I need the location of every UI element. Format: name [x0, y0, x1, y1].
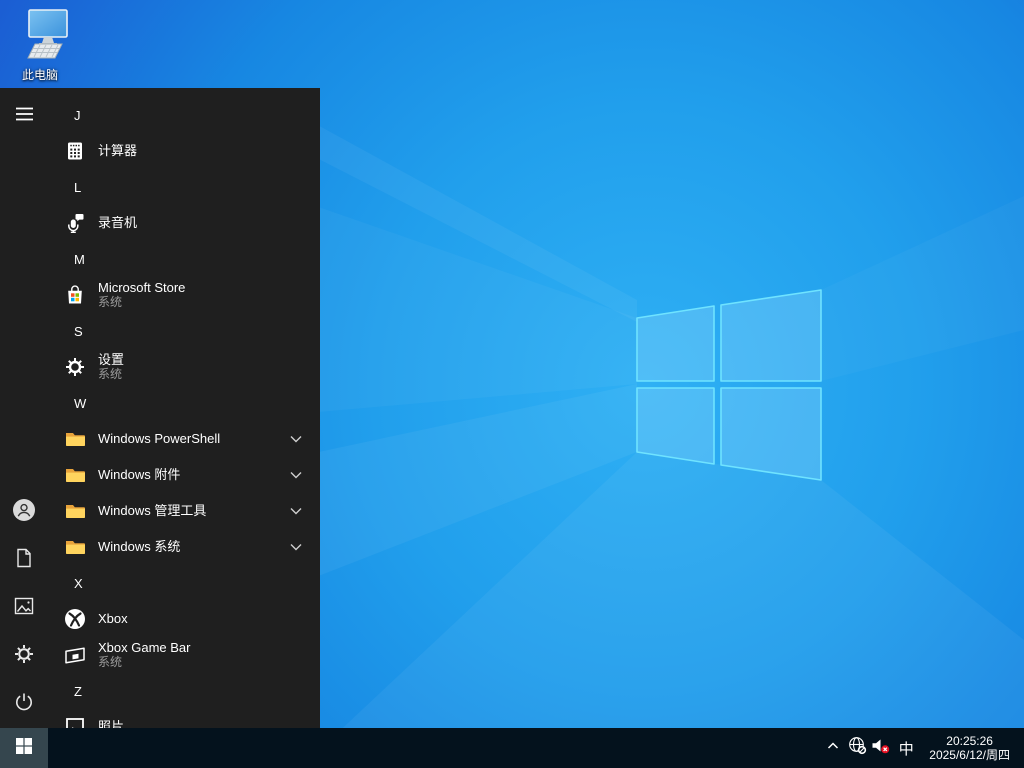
app-item-text: 照片 — [98, 720, 124, 728]
app-item[interactable]: 计算器 — [48, 133, 320, 169]
app-item[interactable]: Xbox — [48, 601, 320, 637]
app-item[interactable]: 照片 — [48, 709, 320, 728]
chevron-down-icon[interactable] — [290, 507, 302, 515]
section-letter: J — [74, 107, 81, 123]
xbox-game-bar-icon — [60, 640, 90, 670]
app-item-text: Windows 系统 — [98, 540, 180, 555]
app-item-text: 设置 系统 — [98, 353, 124, 382]
app-list-section-L[interactable]: L — [48, 169, 320, 205]
rail-button-user-account[interactable] — [0, 488, 48, 536]
app-item-text: Xbox — [98, 612, 128, 627]
section-letter: S — [74, 323, 83, 339]
section-letter: M — [74, 251, 85, 267]
this-pc-computer-icon — [12, 9, 68, 64]
app-item-label: 照片 — [98, 719, 125, 728]
app-item-label: Windows PowerShell — [98, 431, 221, 446]
xbox-icon — [60, 604, 90, 634]
start-button[interactable] — [0, 728, 48, 768]
app-group-item[interactable]: Windows PowerShell — [48, 421, 320, 457]
hidden-icons-chevron-icon — [826, 739, 840, 758]
app-item-label: Windows 管理工具 — [98, 503, 207, 518]
photos-icon — [60, 712, 90, 728]
app-item-label: 设置 — [98, 352, 125, 367]
folder-icon — [60, 532, 90, 562]
app-item-label: Windows 系统 — [98, 539, 181, 554]
rail-button-power[interactable] — [0, 680, 48, 728]
tray-hidden-icons-chevron[interactable] — [821, 728, 845, 768]
app-item-label: Xbox Game Bar — [98, 640, 191, 655]
app-item-text: Windows 附件 — [98, 468, 180, 483]
settings-icon — [14, 644, 34, 669]
app-group-item[interactable]: Windows 管理工具 — [48, 493, 320, 529]
app-item-label: Xbox — [98, 611, 128, 626]
app-item[interactable]: 录音机 — [48, 205, 320, 241]
clock-time: 20:25:26 — [946, 734, 993, 748]
windows-logo-icon — [16, 737, 32, 759]
app-item-subtitle: 系统 — [98, 294, 123, 309]
folder-icon — [60, 496, 90, 526]
app-item-text: 计算器 — [98, 144, 137, 159]
taskbar-clock[interactable]: 20:25:26 2025/6/12/周四 — [923, 728, 1016, 768]
app-item-subtitle: 系统 — [98, 366, 123, 381]
app-item-text: Windows 管理工具 — [98, 504, 206, 519]
app-list-section-X[interactable]: X — [48, 565, 320, 601]
app-list-section-W[interactable]: W — [48, 385, 320, 421]
rail-button-pictures[interactable] — [0, 584, 48, 632]
start-menu-rail — [0, 88, 48, 728]
section-letter: X — [74, 575, 83, 591]
chevron-down-icon[interactable] — [290, 435, 302, 443]
app-item-subtitle: 系统 — [98, 654, 123, 669]
rail-spacer — [0, 140, 48, 488]
desktop-icon-this-pc[interactable]: 此电脑 — [8, 8, 72, 83]
system-tray: 中 20:25:26 2025/6/12/周四 — [821, 728, 1024, 768]
app-item[interactable]: Xbox Game Bar 系统 — [48, 637, 320, 673]
clock-date: 2025/6/12/周四 — [929, 748, 1010, 762]
app-item-text: Xbox Game Bar 系统 — [98, 641, 191, 670]
app-item-label: Microsoft Store — [98, 280, 186, 295]
app-item-text: 录音机 — [98, 216, 137, 231]
section-letter: Z — [74, 683, 82, 699]
chevron-down-icon[interactable] — [290, 543, 302, 551]
network-offline-globe-icon — [848, 736, 867, 760]
app-list-section-J[interactable]: J — [48, 97, 320, 133]
folder-icon — [60, 424, 90, 454]
app-item[interactable]: Microsoft Store 系统 — [48, 277, 320, 313]
volume-muted-icon — [871, 737, 891, 760]
calculator-icon — [60, 136, 90, 166]
input-method-indicator[interactable]: 中 — [893, 728, 919, 768]
taskbar: 中 20:25:26 2025/6/12/周四 — [0, 728, 1024, 768]
rail-button-settings[interactable] — [0, 632, 48, 680]
microsoft-store-icon — [60, 280, 90, 310]
rail-button-hamburger-menu[interactable] — [0, 92, 48, 140]
app-group-item[interactable]: Windows 系统 — [48, 529, 320, 565]
app-item[interactable]: 设置 系统 — [48, 349, 320, 385]
rail-button-documents[interactable] — [0, 536, 48, 584]
app-item-label: Windows 附件 — [98, 467, 181, 482]
app-item-text: Microsoft Store 系统 — [98, 281, 185, 310]
folder-icon — [60, 460, 90, 490]
settings-gear-icon — [60, 352, 90, 382]
tray-volume-muted[interactable] — [869, 728, 893, 768]
documents-icon — [15, 548, 33, 573]
desktop-icon-label: 此电脑 — [21, 68, 58, 82]
user-account-icon — [13, 498, 35, 526]
chevron-down-icon[interactable] — [290, 471, 302, 479]
app-item-text: Windows PowerShell — [98, 432, 220, 447]
power-icon — [14, 692, 34, 717]
app-list-section-S[interactable]: S — [48, 313, 320, 349]
section-letter: W — [74, 395, 87, 411]
app-item-label: 计算器 — [98, 143, 138, 158]
app-list-section-Z[interactable]: Z — [48, 673, 320, 709]
voice-recorder-icon — [60, 208, 90, 238]
section-letter: L — [74, 179, 82, 195]
pictures-icon — [14, 597, 34, 620]
app-item-label: 录音机 — [98, 215, 138, 230]
start-menu: J 计算器 L 录音机 M Microsoft Store 系统 S 设置 系统 W Windows … — [0, 88, 320, 728]
hamburger-menu-icon — [15, 107, 33, 126]
tray-network-offline-globe[interactable] — [845, 728, 869, 768]
start-menu-app-list: J 计算器 L 录音机 M Microsoft Store 系统 S 设置 系统 W Windows … — [48, 88, 320, 728]
app-list-section-M[interactable]: M — [48, 241, 320, 277]
app-group-item[interactable]: Windows 附件 — [48, 457, 320, 493]
